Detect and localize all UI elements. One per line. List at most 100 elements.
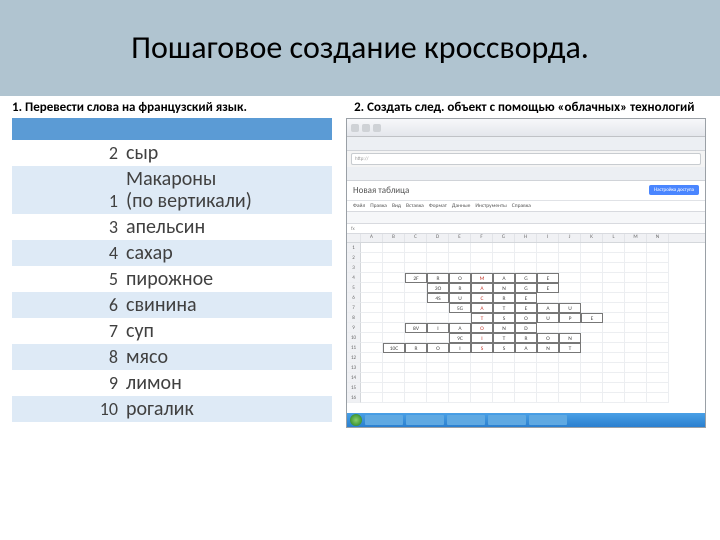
grid-cell xyxy=(449,363,471,373)
grid-cell: E xyxy=(581,313,603,323)
grid-cell xyxy=(515,383,537,393)
word-number: 5 xyxy=(12,266,122,292)
column-headers: ABCDEFGHIJKLMN xyxy=(347,234,705,243)
grid-row: 1 xyxy=(347,243,705,253)
grid-cell: I xyxy=(471,333,493,343)
grid-cell xyxy=(559,253,581,263)
menu-item[interactable]: Файл xyxy=(353,203,365,209)
col-header: D xyxy=(427,234,449,242)
grid-cell xyxy=(647,263,669,273)
grid-cell xyxy=(603,333,625,343)
word-number: 4 xyxy=(12,240,122,266)
grid-cell xyxy=(625,373,647,383)
grid-cell xyxy=(625,293,647,303)
grid-cell: O xyxy=(537,333,559,343)
grid-cell: E xyxy=(515,293,537,303)
grid-cell xyxy=(405,313,427,323)
grid-row: 3 xyxy=(347,263,705,273)
grid-row: 98VIAOND xyxy=(347,323,705,333)
grid-cell xyxy=(581,373,603,383)
menu-item[interactable]: Вставка xyxy=(406,203,424,209)
grid-cell xyxy=(647,283,669,293)
row-header: 13 xyxy=(347,363,361,373)
grid-cell: R xyxy=(449,283,471,293)
grid-cell xyxy=(383,373,405,383)
grid-cell xyxy=(647,393,669,403)
windows-taskbar xyxy=(347,413,705,427)
grid-cell xyxy=(647,313,669,323)
grid-cell xyxy=(405,303,427,313)
grid-cell: A xyxy=(449,323,471,333)
table-row: 7суп xyxy=(12,318,332,344)
grid-cell xyxy=(581,303,603,313)
grid-cell xyxy=(449,263,471,273)
grid-cell xyxy=(361,243,383,253)
table-row: 4сахар xyxy=(12,240,332,266)
menu-item[interactable]: Справка xyxy=(512,203,531,209)
menu-item[interactable]: Вид xyxy=(392,203,401,209)
grid-cell: 9C xyxy=(449,333,471,343)
grid-row: 53ORANGE xyxy=(347,283,705,293)
grid-cell xyxy=(449,243,471,253)
grid-cell xyxy=(361,333,383,343)
share-button[interactable]: Настройка доступа xyxy=(649,185,699,195)
taskbar-item xyxy=(406,415,444,425)
grid-cell: T xyxy=(493,303,515,313)
grid-cell xyxy=(449,353,471,363)
row-header: 1 xyxy=(347,243,361,253)
col-header: H xyxy=(515,234,537,242)
grid-cell xyxy=(405,263,427,273)
grid-cell xyxy=(449,373,471,383)
screenshot-column: http:// Новая таблица Настройка доступа … xyxy=(346,118,708,428)
grid-cell xyxy=(405,393,427,403)
grid-cell xyxy=(493,253,515,263)
grid-cell: S xyxy=(493,313,515,323)
grid-cell xyxy=(537,363,559,373)
grid-cell xyxy=(383,323,405,333)
grid-cell xyxy=(361,373,383,383)
grid-cell xyxy=(493,243,515,253)
row-header: 5 xyxy=(347,283,361,293)
grid-cell: R xyxy=(493,293,515,303)
grid-cell xyxy=(581,243,603,253)
table-row: 5пирожное xyxy=(12,266,332,292)
grid-cell xyxy=(427,363,449,373)
grid-cell xyxy=(625,303,647,313)
table-row: 9лимон xyxy=(12,370,332,396)
word-number: 7 xyxy=(12,318,122,344)
row-header: 4 xyxy=(347,273,361,283)
table-header-row xyxy=(12,118,332,140)
grid-cell xyxy=(559,393,581,403)
word-text: апельсин xyxy=(122,214,332,240)
grid-cell xyxy=(427,333,449,343)
grid-cell xyxy=(493,353,515,363)
grid-cell: A xyxy=(471,303,493,313)
grid-cell xyxy=(471,393,493,403)
grid-cell xyxy=(559,243,581,253)
row-header: 2 xyxy=(347,253,361,263)
row-header: 7 xyxy=(347,303,361,313)
grid-cell: I xyxy=(427,323,449,333)
grid-cell xyxy=(471,263,493,273)
grid-cell xyxy=(361,383,383,393)
grid-cell xyxy=(559,363,581,373)
grid-cell xyxy=(493,373,515,383)
grid-cell xyxy=(471,383,493,393)
grid-cell xyxy=(603,323,625,333)
menu-item[interactable]: Правка xyxy=(370,203,387,209)
menu-item[interactable]: Инструменты xyxy=(475,203,506,209)
grid-cell xyxy=(537,393,559,403)
grid-cell: R xyxy=(405,343,427,353)
grid-cell xyxy=(603,353,625,363)
menu-item[interactable]: Данные xyxy=(452,203,470,209)
subtitle-right: 2. Создать след. объект с помощью «облач… xyxy=(346,100,708,116)
grid-cell xyxy=(647,383,669,393)
toolbar-icons xyxy=(347,212,705,224)
grid-cell xyxy=(471,363,493,373)
grid-cell xyxy=(449,253,471,263)
grid-cell xyxy=(361,253,383,263)
grid-cell xyxy=(515,373,537,383)
grid-cell xyxy=(361,343,383,353)
word-text: свинина xyxy=(122,292,332,318)
menu-item[interactable]: Формат xyxy=(429,203,447,209)
